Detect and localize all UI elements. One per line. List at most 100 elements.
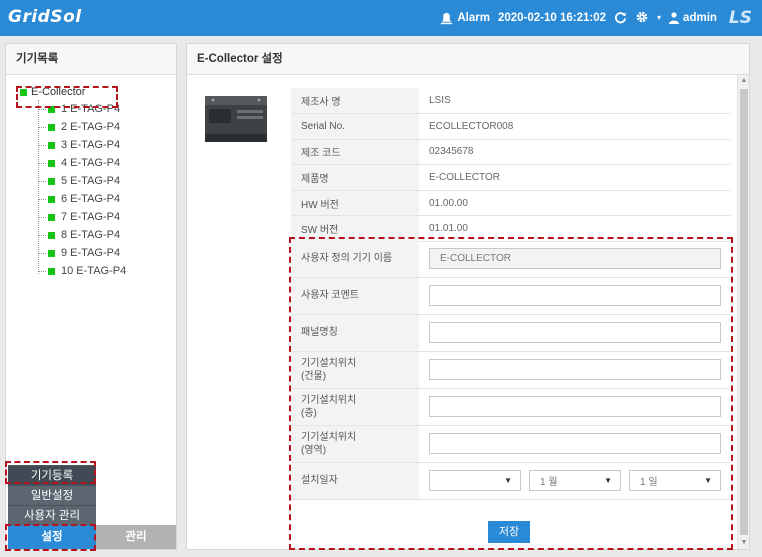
panel-name-label: 패널명칭	[291, 314, 419, 352]
location-label-line1: 기기설치위치	[301, 431, 357, 443]
alarm-label: Alarm	[457, 12, 490, 24]
month-select[interactable]: 1 월 ▼	[529, 470, 621, 491]
settings-gear-icon[interactable]	[635, 10, 649, 26]
user-settings-form: 사용자 정의 기기 이름 E-COLLECTOR 사용자 코멘트 패널명칭 기기…	[291, 240, 731, 500]
tree-item-device[interactable]: 3 E-TAG-P4	[38, 136, 176, 154]
settings-dropdown-caret-icon[interactable]: ▾	[657, 14, 661, 22]
location-label-line1: 기기설치위치	[301, 357, 357, 369]
form-row: 기기설치위치 (층)	[291, 388, 731, 426]
tree-item-device[interactable]: 5 E-TAG-P4	[38, 172, 176, 190]
info-value: 02345678	[419, 139, 731, 166]
location-building-label: 기기설치위치 (건물)	[291, 351, 419, 389]
info-label: SW 버전	[291, 215, 419, 243]
top-right-controls: Alarm 2020-02-10 16:21:02 ▾ admin LS	[440, 0, 752, 36]
info-value: 01.00.00	[419, 190, 731, 217]
form-row: 기기설치위치 (건물)	[291, 351, 731, 389]
status-online-icon	[48, 123, 55, 131]
tree-root-e-collector[interactable]: E-Collector	[20, 84, 176, 100]
info-label: 제조사 명	[291, 88, 419, 115]
menu-user-management[interactable]: 사용자 관리	[8, 505, 96, 525]
user-device-name-input[interactable]: E-COLLECTOR	[429, 247, 721, 269]
day-value: 1 일	[640, 477, 658, 488]
e-collector-device-image	[205, 96, 267, 142]
info-value: E-COLLECTOR	[419, 164, 731, 191]
tree-item-label: 8 E-TAG-P4	[61, 229, 121, 241]
status-online-icon	[48, 195, 55, 203]
month-value: 1 월	[540, 477, 558, 488]
device-list-panel: 기기목록 E-Collector 1 E-TAG-P4 2 E-TAG-P4 3…	[5, 43, 177, 551]
location-area-label: 기기설치위치 (영역)	[291, 425, 419, 463]
user-name: admin	[683, 12, 717, 24]
vertical-scrollbar[interactable]: ▲ ▼	[737, 75, 749, 549]
scroll-up-icon[interactable]: ▲	[738, 75, 750, 87]
location-floor-input[interactable]	[429, 396, 721, 417]
info-value: ECOLLECTOR008	[419, 113, 731, 140]
tree-item-device[interactable]: 10 E-TAG-P4	[38, 262, 176, 280]
tree-item-device[interactable]: 4 E-TAG-P4	[38, 154, 176, 172]
form-row: 사용자 코멘트	[291, 277, 731, 315]
bottom-tabs: 설정 관리	[6, 525, 176, 549]
tree-item-device[interactable]: 7 E-TAG-P4	[38, 208, 176, 226]
settings-panel: E-Collector 설정 제조사 명 LSIS Serial No. ECOLL…	[186, 43, 750, 550]
alarm-indicator[interactable]: Alarm	[440, 12, 490, 25]
user-menu[interactable]: admin	[669, 12, 717, 24]
scroll-down-icon[interactable]: ▼	[738, 537, 750, 549]
status-online-icon	[48, 159, 55, 167]
info-value: 01.01.00	[419, 215, 731, 243]
tree-item-label: 2 E-TAG-P4	[61, 121, 121, 133]
chevron-down-icon: ▼	[504, 476, 512, 485]
menu-general-settings[interactable]: 일반설정	[8, 485, 96, 505]
info-row: 제품명 E-COLLECTOR	[291, 164, 731, 191]
location-area-input[interactable]	[429, 433, 721, 454]
info-row: HW 버전 01.00.00	[291, 190, 731, 217]
year-select[interactable]: ▼	[429, 470, 521, 491]
tree-root-label: E-Collector	[31, 86, 86, 98]
tab-settings[interactable]: 설정	[8, 525, 96, 549]
refresh-icon[interactable]	[614, 11, 627, 26]
tree-item-label: 9 E-TAG-P4	[61, 247, 121, 259]
tree-item-label: 1 E-TAG-P4	[61, 103, 121, 115]
menu-device-register[interactable]: 기기등록	[8, 465, 96, 485]
current-datetime: 2020-02-10 16:21:02	[497, 12, 607, 24]
device-list-title: 기기목록	[6, 44, 176, 75]
user-icon	[669, 12, 680, 24]
tree-item-device[interactable]: 1 E-TAG-P4	[38, 100, 176, 118]
status-online-icon	[48, 249, 55, 257]
tree-item-device[interactable]: 8 E-TAG-P4	[38, 226, 176, 244]
tree-item-label: 5 E-TAG-P4	[61, 175, 121, 187]
location-label-line1: 기기설치위치	[301, 394, 357, 406]
tree-item-label: 3 E-TAG-P4	[61, 139, 121, 151]
tree-item-label: 4 E-TAG-P4	[61, 157, 121, 169]
tree-item-device[interactable]: 9 E-TAG-P4	[38, 244, 176, 262]
day-select[interactable]: 1 일 ▼	[629, 470, 721, 491]
device-tree: E-Collector 1 E-TAG-P4 2 E-TAG-P4 3 E-TA…	[6, 75, 176, 280]
top-bar: GridSol Alarm 2020-02-10 16:21:02 ▾ admi…	[0, 0, 762, 36]
settings-panel-title: E-Collector 설정	[187, 44, 749, 75]
tree-item-label: 6 E-TAG-P4	[61, 193, 121, 205]
location-label-line2: (영역)	[301, 444, 327, 456]
form-row: 설치일자 ▼ 1 월 ▼ 1 일 ▼	[291, 462, 731, 500]
tree-item-device[interactable]: 6 E-TAG-P4	[38, 190, 176, 208]
sidebar-menu: 기기등록 일반설정 사용자 관리 설정 관리	[6, 465, 176, 549]
info-label: HW 버전	[291, 190, 419, 217]
tree-item-label: 10 E-TAG-P4	[61, 265, 127, 277]
form-row: 사용자 정의 기기 이름 E-COLLECTOR	[291, 240, 731, 278]
status-online-icon	[48, 141, 55, 149]
device-info-table: 제조사 명 LSIS Serial No. ECOLLECTOR008 제조 코드 0…	[291, 88, 731, 243]
gridsol-logo: GridSol	[8, 7, 82, 27]
scroll-thumb[interactable]	[740, 89, 748, 535]
status-online-icon	[48, 231, 55, 239]
tree-item-device[interactable]: 2 E-TAG-P4	[38, 118, 176, 136]
location-building-input[interactable]	[429, 359, 721, 380]
user-comment-label: 사용자 코멘트	[291, 277, 419, 315]
save-button[interactable]: 저장	[488, 521, 530, 543]
ls-brand-logo: LS	[728, 8, 752, 28]
info-row: 제조 코드 02345678	[291, 139, 731, 166]
status-online-icon	[48, 267, 55, 275]
user-comment-input[interactable]	[429, 285, 721, 306]
install-date-label: 설치일자	[291, 462, 419, 500]
panel-name-input[interactable]	[429, 322, 721, 343]
tab-manage[interactable]: 관리	[96, 525, 176, 549]
info-label: Serial No.	[291, 113, 419, 140]
form-row: 패널명칭	[291, 314, 731, 352]
